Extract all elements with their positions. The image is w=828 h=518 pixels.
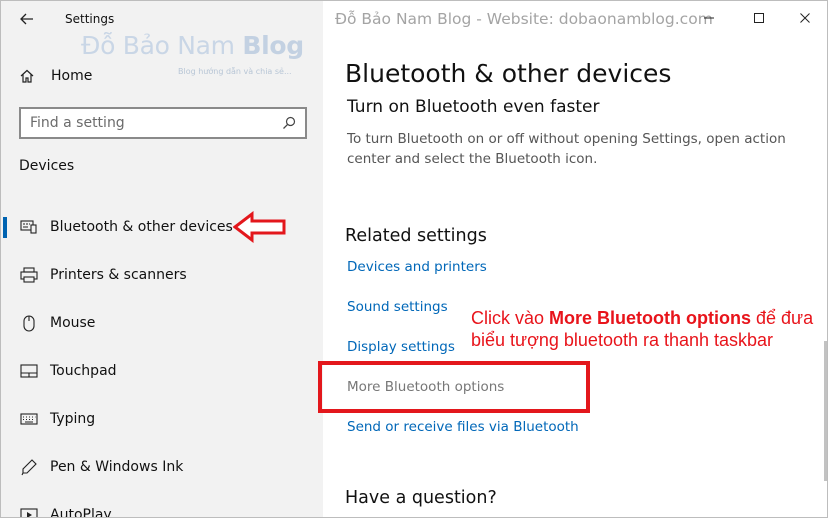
settings-window: Settings Đỗ Bảo Nam Blog Blog hướng dẫn …: [0, 0, 828, 518]
minimize-button[interactable]: [697, 7, 721, 29]
related-settings-heading: Related settings: [345, 226, 487, 246]
sidebar-item-mouse[interactable]: Mouse: [1, 305, 323, 341]
back-button[interactable]: [15, 7, 39, 31]
pen-icon: [19, 458, 39, 476]
sidebar-item-touchpad[interactable]: Touchpad: [1, 353, 323, 389]
close-button[interactable]: [793, 7, 817, 29]
mouse-icon: [19, 314, 39, 332]
link-devices-and-printers[interactable]: Devices and printers: [347, 259, 487, 275]
nav-home-label: Home: [51, 68, 93, 84]
sidebar: Settings Đỗ Bảo Nam Blog Blog hướng dẫn …: [1, 1, 323, 518]
section-title: Devices: [19, 158, 75, 174]
watermark-tagline: Blog hướng dẫn và chia sẻ...: [178, 67, 292, 76]
autoplay-icon: [19, 506, 39, 517]
search-icon[interactable]: [282, 116, 296, 130]
home-icon: [19, 68, 39, 84]
close-icon: [800, 13, 810, 23]
highlight-box-annotation: [318, 361, 590, 413]
keyboard-icon: [19, 410, 39, 428]
search-input[interactable]: [30, 115, 282, 131]
sidebar-item-label: Printers & scanners: [50, 267, 187, 283]
bluetooth-faster-heading: Turn on Bluetooth even faster: [347, 97, 600, 117]
sidebar-item-label: Bluetooth & other devices: [50, 219, 233, 235]
page-title: Bluetooth & other devices: [345, 59, 672, 88]
bluetooth-devices-icon: [19, 218, 39, 236]
sidebar-item-pen[interactable]: Pen & Windows Ink: [1, 449, 323, 485]
touchpad-icon: [19, 362, 39, 380]
sidebar-item-autoplay[interactable]: AutoPlay: [1, 497, 323, 518]
main-content: Đỗ Bảo Nam Blog - Website: dobaonamblog.…: [318, 1, 827, 517]
printer-icon: [19, 266, 39, 284]
sidebar-item-label: Touchpad: [50, 363, 117, 379]
watermark-logo: Đỗ Bảo Nam Blog: [81, 31, 304, 60]
back-arrow-icon: [20, 13, 33, 25]
sidebar-item-label: Pen & Windows Ink: [50, 459, 184, 475]
search-box[interactable]: [19, 107, 307, 139]
bluetooth-faster-description: To turn Bluetooth on or off without open…: [347, 131, 786, 167]
sidebar-item-printers[interactable]: Printers & scanners: [1, 257, 323, 293]
link-display-settings[interactable]: Display settings: [347, 339, 455, 355]
minimize-icon: [704, 17, 714, 19]
sidebar-item-label: AutoPlay: [50, 507, 112, 518]
link-send-receive-files[interactable]: Send or receive files via Bluetooth: [347, 419, 579, 435]
maximize-button[interactable]: [747, 7, 771, 29]
app-title: Settings: [65, 12, 115, 26]
sidebar-item-label: Typing: [50, 411, 96, 427]
active-indicator: [3, 217, 7, 238]
scrollbar[interactable]: [824, 341, 827, 481]
have-a-question-heading: Have a question?: [345, 488, 497, 508]
window-caption: Đỗ Bảo Nam Blog - Website: dobaonamblog.…: [335, 10, 713, 28]
red-arrow-annotation: [233, 211, 286, 243]
link-sound-settings[interactable]: Sound settings: [347, 299, 448, 315]
maximize-icon: [754, 13, 764, 23]
annotation-text: Click vào More Bluetooth options để đưa …: [471, 308, 814, 350]
sidebar-item-label: Mouse: [50, 315, 96, 331]
sidebar-item-typing[interactable]: Typing: [1, 401, 323, 437]
nav-home[interactable]: Home: [19, 63, 92, 89]
